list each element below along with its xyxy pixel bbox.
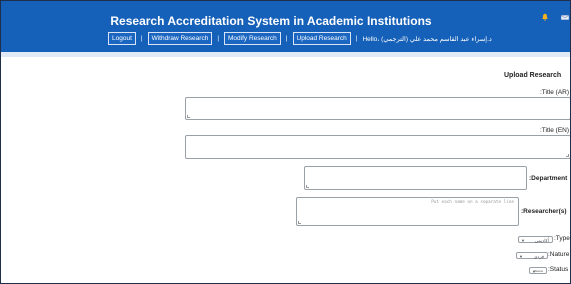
status-label: :Status: [548, 266, 569, 273]
nav-separator: |: [355, 35, 358, 42]
resize-handle[interactable]: [566, 154, 569, 157]
title-en-input[interactable]: [185, 135, 570, 159]
upload-research-button[interactable]: Upload Research: [292, 32, 351, 45]
nature-selected-value: فردي: [533, 254, 544, 259]
type-label: :Type: [554, 235, 570, 242]
top-navigation: Logout | Withdraw Research | Modify Rese…: [108, 32, 492, 45]
status-select[interactable]: ▼ Status: [529, 267, 547, 274]
title-ar-label: :Title (AR): [540, 89, 570, 96]
researchers-textarea[interactable]: Put each name on a separate line: [296, 197, 519, 226]
page-title: Research Accreditation System in Academi…: [110, 14, 432, 28]
modify-research-button[interactable]: Modify Research: [224, 32, 281, 45]
nav-separator: |: [285, 35, 288, 42]
mail-icon[interactable]: [561, 15, 569, 20]
title-ar-input[interactable]: [185, 97, 570, 120]
status-selected-value: Status: [534, 269, 543, 273]
type-selected-value: أكاديمي: [534, 238, 549, 243]
bell-icon[interactable]: [541, 13, 549, 21]
title-en-label: :Title (EN): [540, 127, 570, 134]
nav-separator: |: [140, 35, 143, 42]
type-select[interactable]: ▼ أكاديمي: [518, 236, 553, 243]
resize-handle[interactable]: [187, 115, 190, 118]
department-input[interactable]: [304, 166, 527, 190]
resize-handle[interactable]: [298, 221, 301, 224]
header-bar: Research Accreditation System in Academi…: [1, 1, 570, 52]
chevron-down-icon: ▼: [521, 238, 525, 243]
researchers-label: :Researcher(s): [521, 208, 567, 215]
nature-label: :Nature: [548, 251, 570, 258]
department-label: :Department: [529, 175, 568, 182]
user-greeting: Hello، د.إسراء عبد القاسم محمد علي (التر…: [362, 35, 492, 43]
logout-button[interactable]: Logout: [108, 32, 136, 45]
form-heading: Upload Research: [504, 72, 562, 79]
withdraw-research-button[interactable]: Withdraw Research: [147, 32, 213, 45]
app-window: Research Accreditation System in Academi…: [0, 0, 571, 284]
upload-research-form: Upload Research :Title (AR) :Title (EN) …: [1, 57, 570, 283]
nav-separator: |: [217, 35, 220, 42]
researchers-placeholder: Put each name on a separate line: [431, 200, 514, 205]
resize-handle[interactable]: [306, 185, 309, 188]
nature-select[interactable]: ▼ فردي: [516, 252, 548, 259]
chevron-down-icon: ▼: [519, 254, 523, 259]
